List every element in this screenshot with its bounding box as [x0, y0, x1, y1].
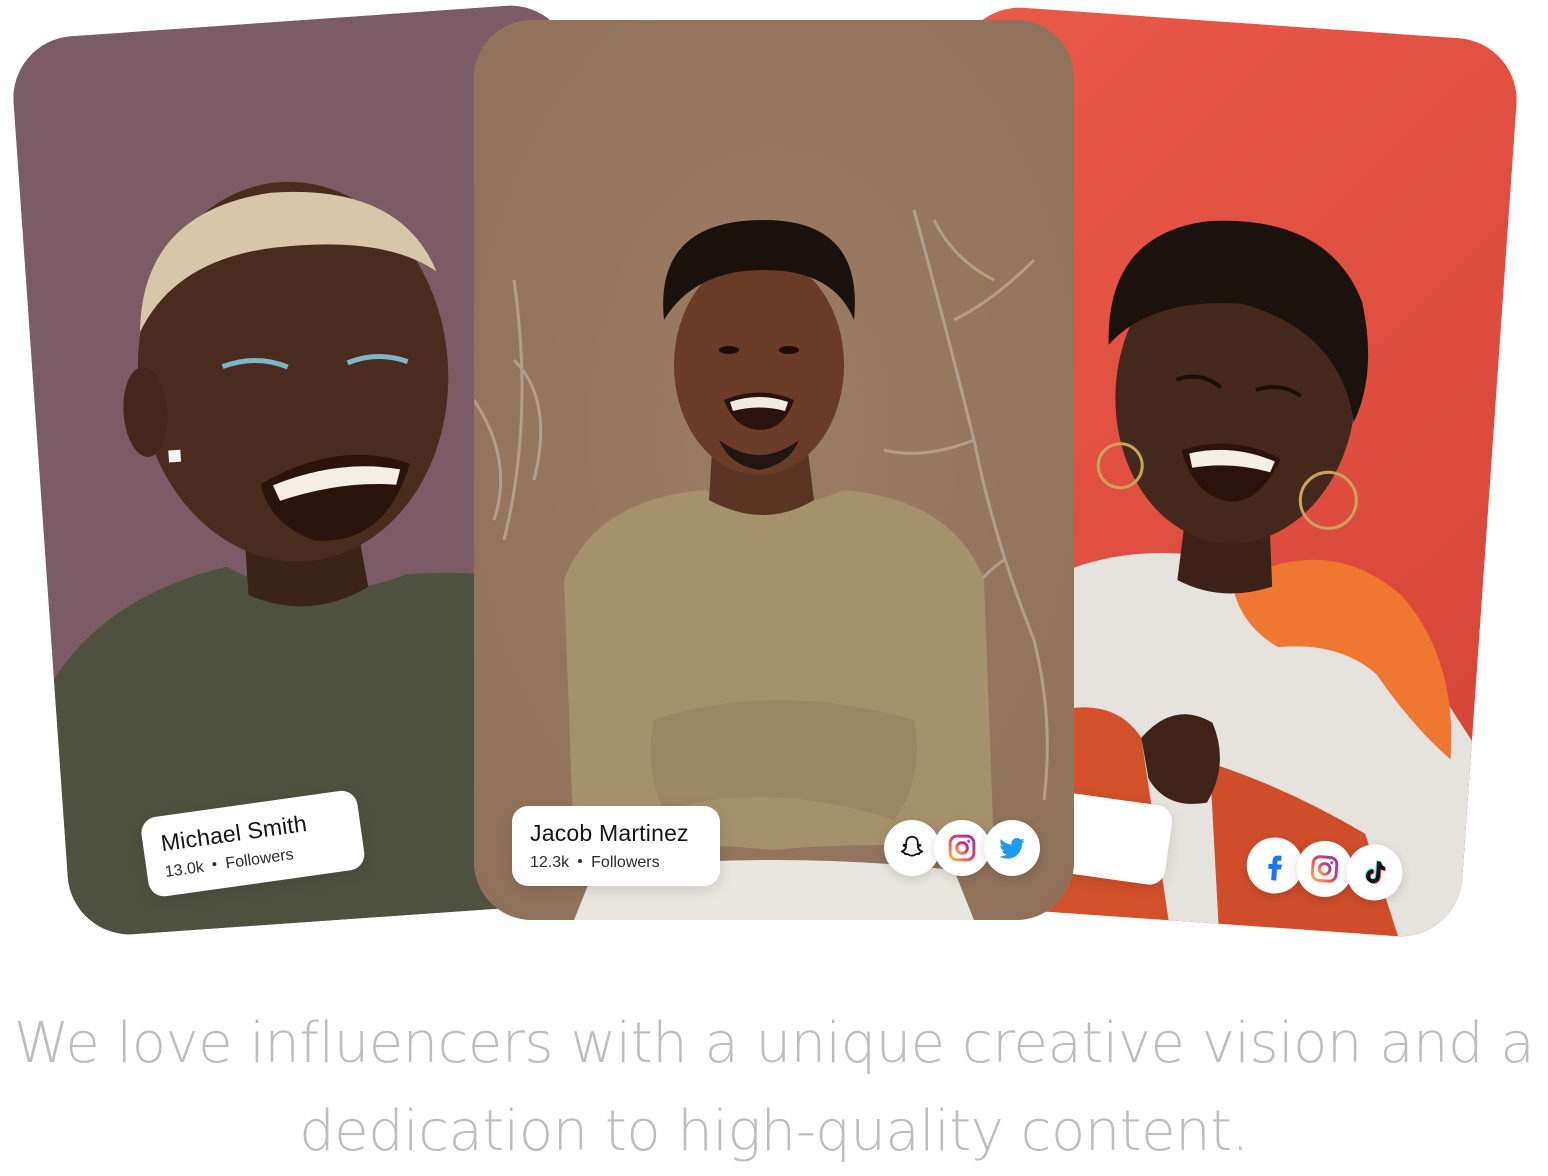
tagline: We love influencers with a unique creati… [0, 1000, 1548, 1176]
tiktok-link[interactable] [1344, 842, 1405, 903]
followers-label: Followers [591, 854, 660, 871]
social-links [1244, 835, 1409, 903]
snapchat-link[interactable] [884, 820, 940, 876]
separator-dot [212, 862, 217, 867]
twitter-link[interactable] [984, 820, 1040, 876]
social-links [884, 820, 1044, 876]
instagram-link[interactable] [934, 820, 990, 876]
snapchat-icon [900, 835, 924, 857]
followers-label: Followers [224, 846, 295, 873]
followers-number: 13.0k [163, 858, 206, 882]
influencer-cards-showcase: Michael Smith 13.0k Followers Jacob Mart… [0, 0, 1548, 960]
instagram-link[interactable] [1294, 839, 1355, 899]
influencer-card-jacob-martinez[interactable]: Jacob Martinez 12.3k Followers [474, 20, 1074, 920]
influencer-photo [474, 20, 1074, 920]
twitter-icon [999, 837, 1025, 859]
separator-dot [578, 859, 583, 864]
name-tag[interactable]: Jacob Martinez 12.3k Followers [512, 806, 720, 886]
instagram-icon [948, 834, 976, 862]
tagline-line-1: We love influencers with a unique creati… [13, 1011, 1535, 1076]
tiktok-icon [1365, 860, 1386, 884]
instagram-icon [1310, 855, 1339, 883]
followers-number: 12.3k [530, 854, 570, 871]
facebook-link[interactable] [1244, 835, 1305, 896]
influencer-name: Jacob Martinez [530, 820, 689, 846]
tagline-line-2: dedication to high-quality content. [299, 1099, 1249, 1164]
follower-count: 12.3k Followers [530, 854, 700, 872]
facebook-icon [1268, 855, 1283, 881]
